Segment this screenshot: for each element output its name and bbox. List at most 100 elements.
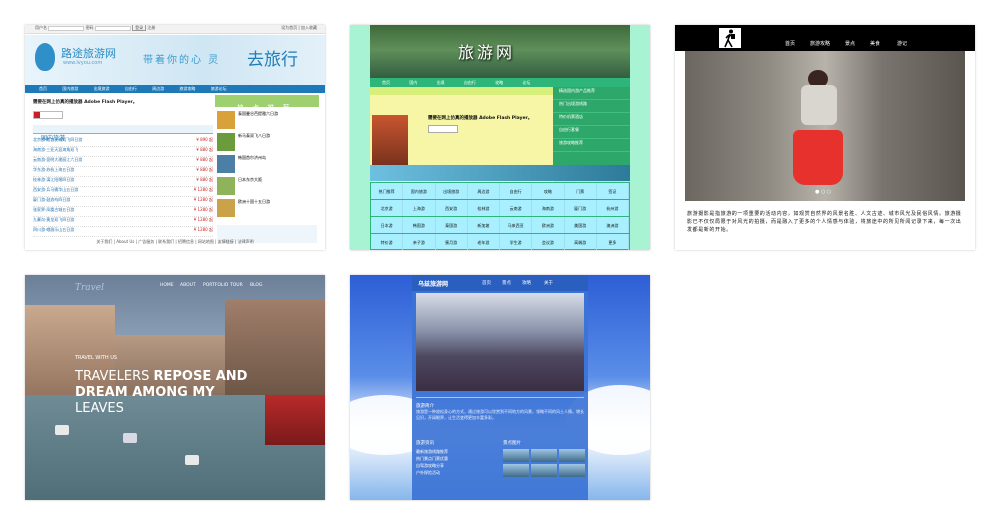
tour-name[interactable]: 北京游·故宫长城双飞四日游: [33, 137, 82, 146]
tour-name[interactable]: 桂林游·漓江阳朔四日游: [33, 177, 74, 186]
nav-item[interactable]: 首页: [39, 86, 47, 91]
tour-row[interactable]: 桂林游·漓江阳朔四日游 ¥ 880 起: [33, 177, 213, 187]
grid-cell[interactable]: 上海游: [403, 200, 436, 216]
news-item[interactable]: 户外探险活动: [416, 469, 500, 476]
grid-cell[interactable]: 国内旅游: [403, 183, 436, 199]
nav-item[interactable]: 景点: [845, 40, 855, 47]
grid-cell[interactable]: 蜜月游: [436, 234, 468, 250]
hot-pick-label[interactable]: 新马泰双飞八日游: [238, 133, 270, 138]
tour-row[interactable]: 华东游·苏杭上海五日游 ¥ 880 起: [33, 167, 213, 177]
grid-cell[interactable]: 出境旅游: [436, 183, 468, 199]
grid-cell[interactable]: 欧洲游: [532, 217, 565, 233]
news-item[interactable]: 热门景点门票优惠: [416, 455, 500, 462]
nav-item[interactable]: 国内: [409, 80, 417, 85]
footer-links[interactable]: 关于我们 | About Us | 广告服务 | 联系我们 | 招聘信息 | 网…: [25, 239, 325, 247]
grid-cell[interactable]: 杭州游: [597, 200, 629, 216]
get-flash-button[interactable]: [33, 111, 63, 119]
login-button[interactable]: 登录: [132, 25, 147, 31]
slider-dots[interactable]: ● ○ ○: [815, 189, 831, 195]
grid-cell[interactable]: 马来西亚: [500, 217, 533, 233]
register-link[interactable]: 注册: [147, 25, 155, 30]
grid-cell[interactable]: 特价游: [371, 234, 404, 250]
hot-pick-label[interactable]: 韩国首尔济州岛: [238, 155, 266, 160]
news-item[interactable]: 自驾游攻略分享: [416, 462, 500, 469]
tour-row[interactable]: 九寨沟·黄龙双飞四日游 ¥ 1280 起: [33, 217, 213, 227]
tour-row[interactable]: 张家界·凤凰古城五日游 ¥ 1280 起: [33, 207, 213, 217]
grid-cell[interactable]: 更多: [597, 234, 629, 250]
grid-cell[interactable]: 西安游: [436, 200, 468, 216]
grid-cell[interactable]: 自由行: [500, 183, 533, 199]
tour-name[interactable]: 云南游·昆明大理丽江六日游: [33, 157, 82, 166]
tour-row[interactable]: 西安游·兵马俑华山五日游 ¥ 1280 起: [33, 187, 213, 197]
tour-name[interactable]: 四川游·峨眉乐山五日游: [33, 227, 74, 236]
tour-name[interactable]: 海南游·三亚天涯海角双飞: [33, 147, 78, 156]
nav-item[interactable]: 自由行: [125, 86, 137, 91]
nav-item[interactable]: ABOUT: [180, 283, 196, 288]
news-item[interactable]: 最新旅游线路推荐: [416, 448, 500, 455]
hot-pick-item[interactable]: 泰国曼谷芭提雅六日游: [217, 111, 317, 133]
tour-name[interactable]: 张家界·凤凰古城五日游: [33, 207, 74, 216]
tour-row[interactable]: 北京游·故宫长城双飞四日游 ¥ 890 起: [33, 137, 213, 147]
grid-cell[interactable]: 桂林游: [468, 200, 500, 216]
hot-pick-item[interactable]: 韩国首尔济州岛: [217, 155, 317, 177]
grid-cell[interactable]: 新加坡: [468, 217, 500, 233]
nav-item[interactable]: 关于: [544, 280, 553, 286]
nav-item[interactable]: 旅游攻略: [179, 86, 195, 91]
grid-cell[interactable]: 韩国游: [403, 217, 436, 233]
site-logo[interactable]: Travel: [75, 283, 104, 293]
grid-cell[interactable]: 日本游: [371, 217, 404, 233]
nav-item[interactable]: 论坛: [522, 80, 530, 85]
side-menu-item[interactable]: 自由行套餐: [553, 126, 630, 139]
site-logo[interactable]: 路途旅游网: [61, 45, 116, 61]
side-menu-item[interactable]: 热门出境游线路: [553, 100, 630, 113]
gallery-thumb[interactable]: [559, 464, 585, 477]
thumbnail-travel-site-2[interactable]: 旅游网 首页 国内 出境 自由行 攻略 论坛 需要在网上仿真的播放器 Adobe…: [350, 25, 650, 250]
grid-cell[interactable]: 泰国游: [436, 217, 468, 233]
nav-item[interactable]: BLOG: [250, 283, 262, 288]
nav-item[interactable]: 旅游论坛: [211, 86, 227, 91]
grid-cell[interactable]: 美国游: [565, 217, 597, 233]
thumbnail-travel-site-5[interactable]: 乌兹旅游网 首页 景点 攻略 关于 旅游简介 旅游是一种放松身心的方式，通过旅游…: [350, 275, 650, 500]
side-menu-item[interactable]: 精选国内游产品推荐: [553, 87, 630, 100]
thumbnail-travel-site-1[interactable]: 用户名 密码 登录 注册 设为首页 | 加入收藏 路途旅游网 www.lvyou…: [25, 25, 325, 250]
nav-item[interactable]: 首页: [785, 40, 795, 47]
grid-cell[interactable]: 学生游: [500, 234, 533, 250]
hot-pick-label[interactable]: 日本东京大阪: [238, 177, 262, 182]
hot-pick-label[interactable]: 欧洲十国十五日游: [238, 199, 270, 204]
grid-cell[interactable]: 厦门游: [565, 200, 597, 216]
grid-cell[interactable]: 热门推荐: [371, 183, 404, 199]
grid-cell[interactable]: 海南游: [532, 200, 565, 216]
username-input[interactable]: [48, 25, 85, 31]
grid-cell[interactable]: 攻略: [532, 183, 565, 199]
tour-row[interactable]: 厦门游·鼓浪屿四日游 ¥ 1280 起: [33, 197, 213, 207]
tour-row[interactable]: 海南游·三亚天涯海角双飞 ¥ 880 起: [33, 147, 213, 157]
grid-cell[interactable]: 签证: [597, 183, 629, 199]
hot-pick-label[interactable]: 泰国曼谷芭提雅六日游: [238, 111, 278, 116]
nav-item[interactable]: 出境: [437, 80, 445, 85]
nav-item[interactable]: 自由行: [464, 80, 476, 85]
grid-cell[interactable]: 亲子游: [403, 234, 436, 250]
tour-name[interactable]: 厦门游·鼓浪屿四日游: [33, 197, 70, 206]
tour-name[interactable]: 华东游·苏杭上海五日游: [33, 167, 74, 176]
gallery-thumb[interactable]: [531, 464, 557, 477]
side-menu-item[interactable]: 旅游攻略推荐: [553, 139, 630, 152]
tour-row[interactable]: 四川游·峨眉乐山五日游 ¥ 1280 起: [33, 227, 213, 237]
grid-cell[interactable]: 高端游: [565, 234, 597, 250]
hot-pick-item[interactable]: 欧洲十国十五日游: [217, 199, 317, 221]
nav-item[interactable]: 旅游攻略: [810, 40, 830, 47]
hiker-logo-icon[interactable]: [719, 28, 741, 48]
thumbnail-travel-site-4[interactable]: Travel HOME ABOUT PORTFOLIO TOUR BLOG TR…: [25, 275, 325, 500]
gallery-thumb[interactable]: [531, 449, 557, 462]
nav-item[interactable]: 周边游: [152, 86, 164, 91]
nav-item[interactable]: 首页: [382, 80, 390, 85]
hot-pick-item[interactable]: 新马泰双飞八日游: [217, 133, 317, 155]
nav-item[interactable]: 游记: [897, 40, 907, 47]
hot-pick-item[interactable]: 日本东京大阪: [217, 177, 317, 199]
homepage-links[interactable]: 设为首页 | 加入收藏: [281, 25, 317, 30]
grid-cell[interactable]: 澳洲游: [597, 217, 629, 233]
grid-cell[interactable]: 会议游: [532, 234, 565, 250]
nav-item[interactable]: 国内旅游: [62, 86, 78, 91]
nav-item[interactable]: HOME: [160, 283, 174, 288]
nav-item[interactable]: 景点: [502, 280, 511, 286]
nav-item[interactable]: PORTFOLIO: [203, 283, 228, 288]
